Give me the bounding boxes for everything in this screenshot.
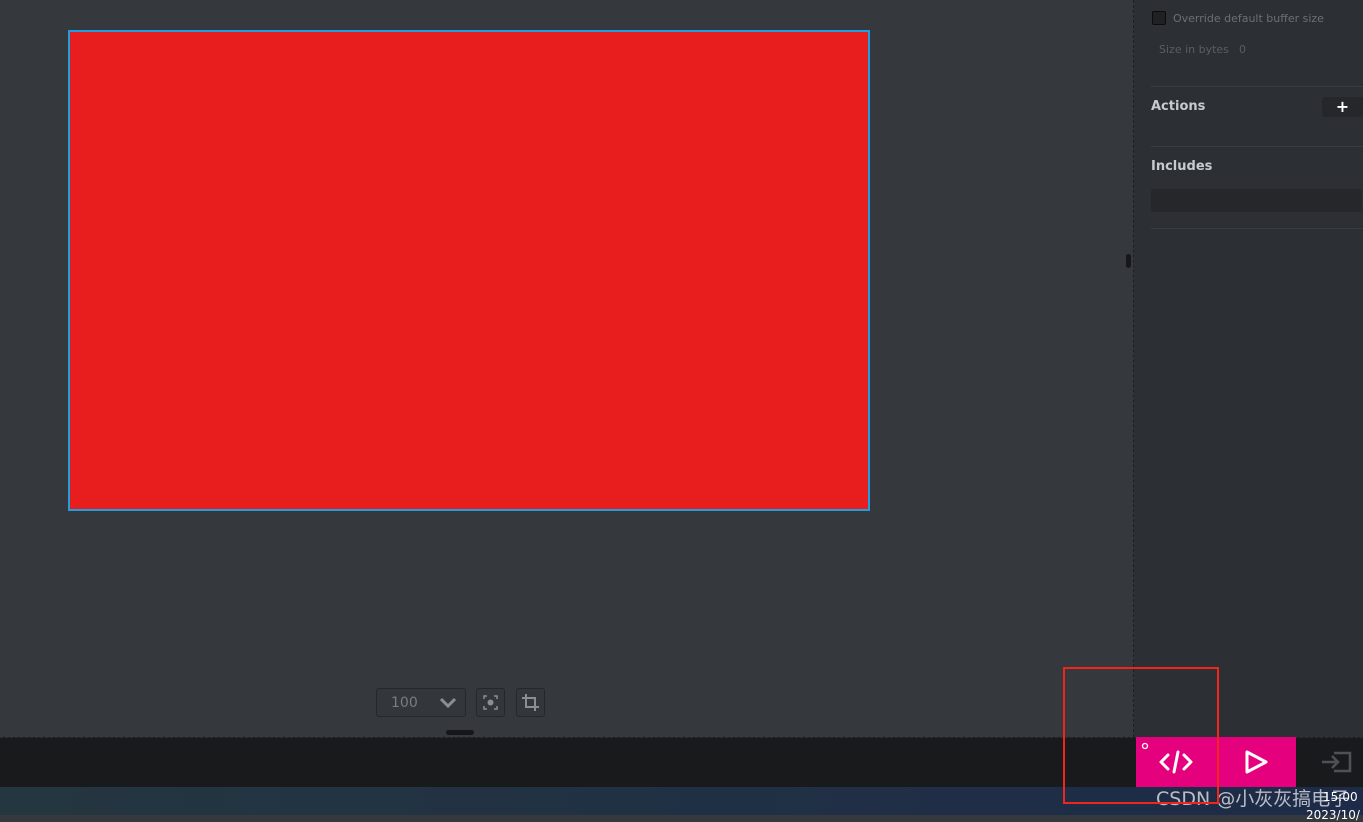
actions-title: Actions — [1151, 99, 1206, 114]
add-action-button[interactable]: + — [1322, 97, 1363, 117]
export-button[interactable] — [1320, 750, 1352, 778]
bottom-panel-resize-handle[interactable] — [446, 730, 474, 735]
crop-icon — [522, 694, 539, 711]
red-rectangle-object[interactable] — [68, 30, 870, 511]
zoom-level-select[interactable]: 100 — [376, 688, 466, 717]
properties-panel: Override default buffer size Size in byt… — [1134, 0, 1363, 737]
includes-list[interactable] — [1151, 189, 1362, 212]
run-button[interactable] — [1216, 737, 1296, 787]
crop-button[interactable] — [516, 688, 545, 717]
divider — [1151, 146, 1363, 147]
override-buffer-checkbox[interactable] — [1152, 11, 1166, 25]
size-in-bytes-label: Size in bytes — [1159, 43, 1229, 56]
focus-icon — [483, 695, 498, 710]
panel-splitter-handle[interactable] — [1126, 254, 1131, 268]
play-icon — [1245, 750, 1268, 774]
plus-icon: + — [1335, 97, 1350, 116]
override-buffer-label: Override default buffer size — [1173, 12, 1324, 25]
taskbar-date[interactable]: 2023/10/ — [1306, 808, 1360, 822]
zoom-level-value: 100 — [391, 695, 418, 711]
divider — [1151, 228, 1363, 229]
size-in-bytes-value: 0 — [1239, 43, 1246, 56]
taskbar-clock[interactable]: 15:00 — [1323, 790, 1358, 804]
includes-title: Includes — [1151, 159, 1213, 174]
center-view-button[interactable] — [476, 688, 505, 717]
canvas-area[interactable] — [0, 0, 1133, 737]
divider — [1151, 86, 1363, 87]
sign-in-icon — [1322, 751, 1352, 773]
chevron-down-icon — [439, 697, 457, 709]
annotation-highlight-box — [1063, 667, 1219, 804]
